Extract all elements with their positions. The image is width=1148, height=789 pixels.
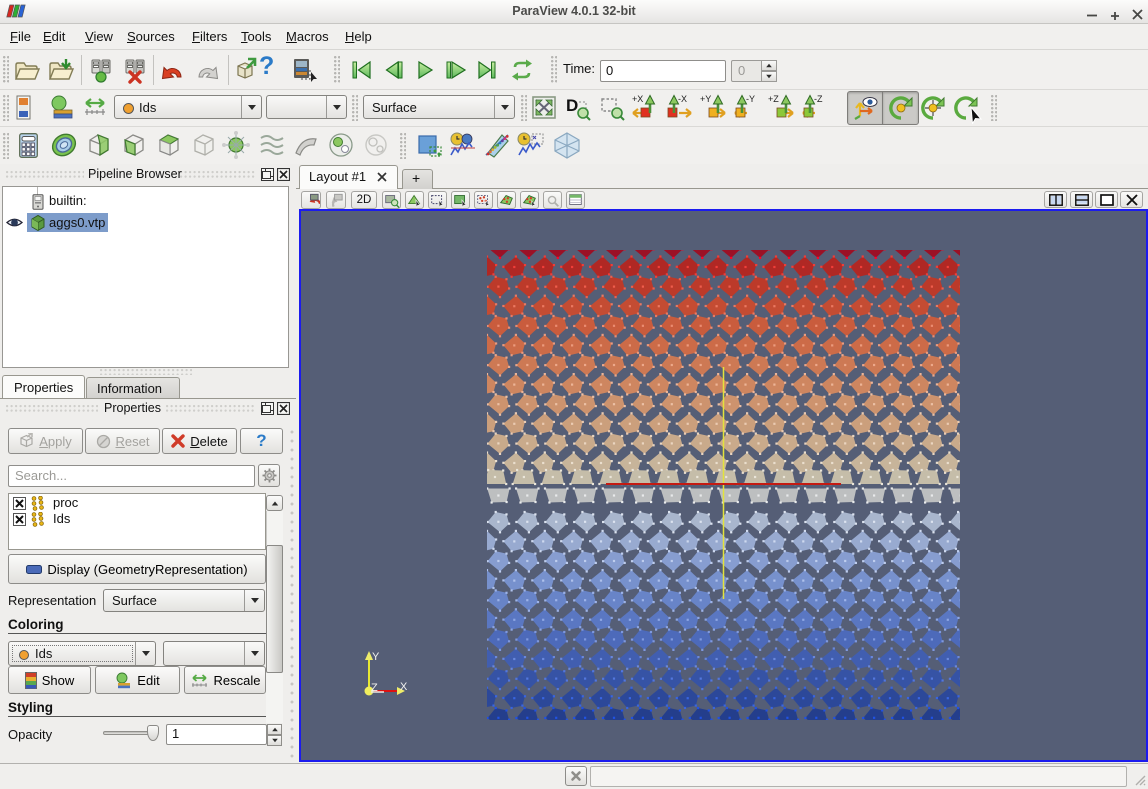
svg-text:Z: Z — [371, 682, 378, 694]
svg-text:-Y: -Y — [746, 94, 755, 104]
svg-text:-X: -X — [678, 94, 687, 104]
svg-text:+Y: +Y — [700, 94, 711, 104]
svg-text:+X: +X — [632, 94, 643, 104]
svg-text:+Z: +Z — [768, 94, 779, 104]
svg-text:-Z: -Z — [814, 94, 823, 104]
svg-text:D: D — [566, 96, 578, 115]
svg-text:X: X — [400, 681, 408, 693]
svg-text:Y: Y — [372, 651, 380, 663]
